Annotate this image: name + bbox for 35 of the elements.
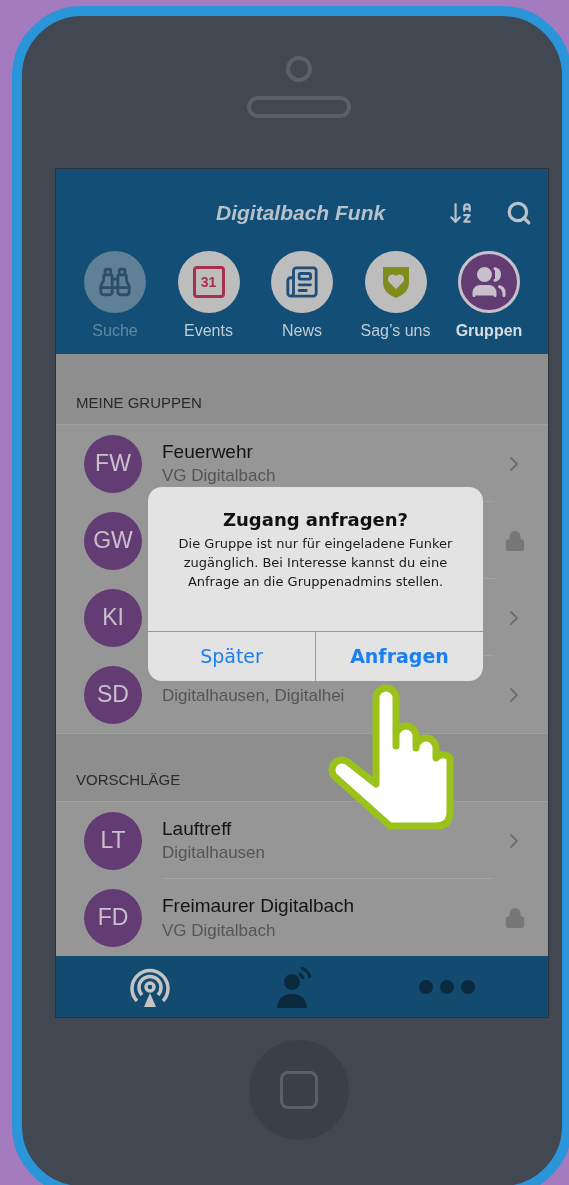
dialog-button[interactable]: Anfragen (315, 632, 483, 681)
group-name: Freimaurer Digitalbach (162, 894, 356, 918)
avatar: GW (84, 511, 142, 570)
avatar: KI (84, 588, 142, 647)
group-location: VG Digitalbach (162, 465, 277, 487)
avatar: FW (84, 434, 142, 493)
camera-icon (286, 56, 312, 82)
nav-tab[interactable]: Sag’s uns (350, 251, 441, 339)
group-location: Digitalhausen (162, 842, 266, 864)
group-name: Lauftreff (162, 816, 233, 841)
group-row[interactable]: FD Freimaurer Digitalbach VG Digitalbach (56, 879, 548, 956)
section-heading: MEINE GRUPPEN (76, 392, 202, 413)
users-icon (471, 264, 507, 300)
calendar-icon: 31 (192, 266, 225, 298)
avatar: SD (84, 665, 142, 724)
group-name: Feuerwehr (162, 439, 254, 464)
dialog-message: Die Gruppe ist nur für eingeladene Funker zugänglich. Bei Interesse kannst du eine Anfrage an die Gruppenadmins stellen. (177, 534, 454, 591)
shield-heart-icon (380, 265, 411, 299)
dialog-title: Zugang anfragen? (223, 509, 408, 532)
avatar: FD (84, 888, 142, 947)
nav-tab[interactable]: News (257, 251, 347, 339)
group-location: Digitalhausen, Digitalhei (162, 684, 346, 707)
search-icon[interactable] (506, 200, 532, 226)
group-row[interactable]: LT Lauftreff Digitalhausen (56, 802, 548, 879)
binoculars-icon (98, 265, 132, 299)
sort-az-icon[interactable] (448, 200, 474, 226)
section-heading: VORSCHLÄGE (76, 769, 181, 790)
square-icon (280, 1071, 318, 1109)
group-location: VG Digitalbach (162, 919, 277, 941)
newspaper-icon (285, 265, 319, 299)
app-title: Digitalbach Funk (216, 200, 387, 227)
avatar: LT (84, 811, 142, 870)
nav-tab[interactable]: 31 Events (163, 251, 254, 339)
speaker-icon (247, 96, 351, 118)
nav-tab[interactable]: Gruppen (444, 251, 534, 339)
